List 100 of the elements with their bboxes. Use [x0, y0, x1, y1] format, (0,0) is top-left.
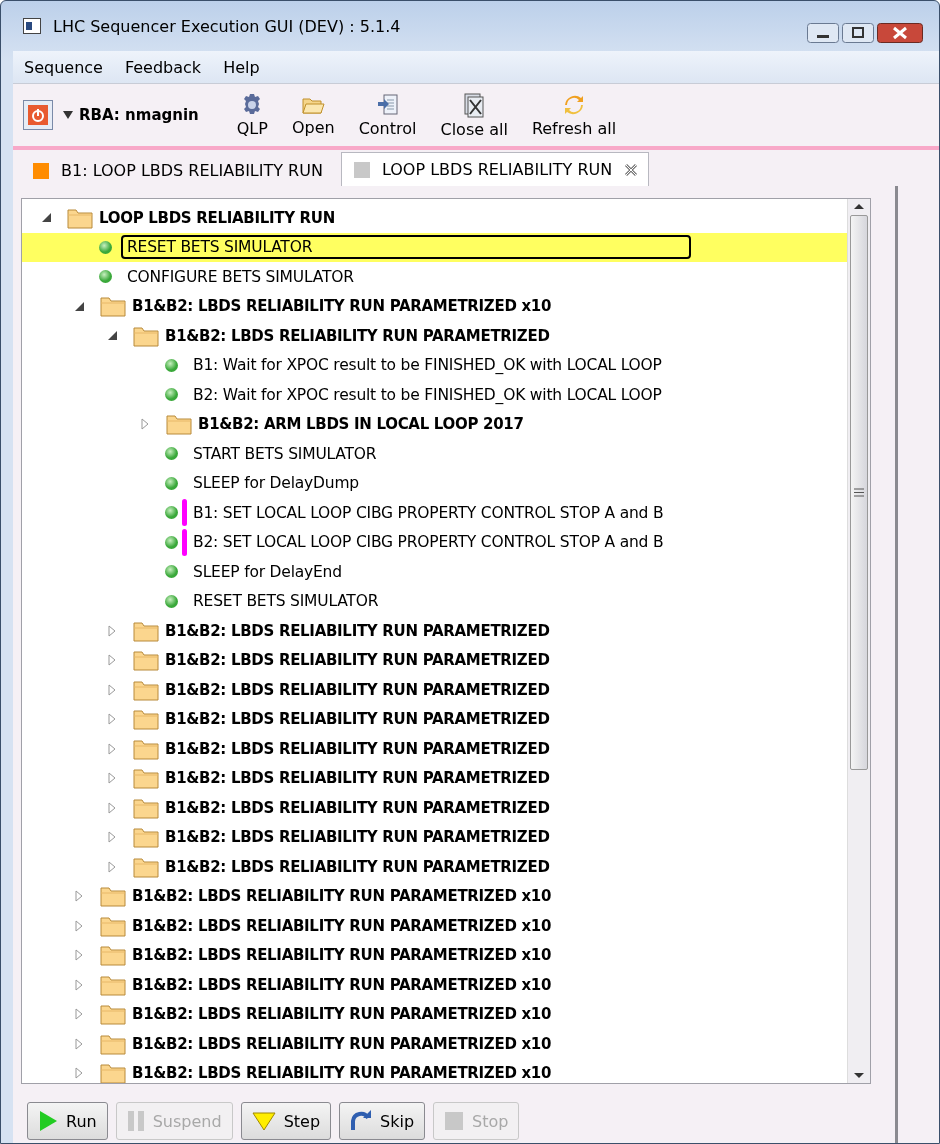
expand-arrow-icon[interactable] [75, 1008, 83, 1021]
step-label[interactable]: B1: Wait for XPOC result to be FINISHED_OK with LOCAL LOOP [193, 356, 662, 375]
toolbar-button[interactable]: Control [358, 92, 417, 138]
window-title: LHC Sequencer Execution GUI (DEV) : 5.1.4 [53, 16, 401, 36]
power-icon [28, 105, 48, 125]
folder-label[interactable]: B1&B2: LBDS RELIABILITY RUN PARAMETRIZED [165, 769, 550, 788]
folder-icon [133, 826, 159, 849]
folder-icon [100, 295, 126, 318]
expand-arrow-icon[interactable] [108, 683, 116, 696]
folder-icon [133, 767, 159, 790]
folder-icon [100, 973, 126, 996]
power-button[interactable] [23, 100, 53, 130]
step-label[interactable]: B1: SET LOCAL LOOP CIBG PROPERTY CONTROL STOP A and B [193, 503, 664, 522]
folder-icon [166, 413, 192, 436]
folder-label[interactable]: B1&B2: LBDS RELIABILITY RUN PARAMETRIZED x10 [132, 1005, 552, 1024]
expand-arrow-icon[interactable] [108, 624, 116, 637]
folder-icon [133, 678, 159, 701]
expand-arrow-icon[interactable] [108, 860, 116, 873]
app-icon [23, 18, 41, 34]
folder-icon [100, 944, 126, 967]
step-label[interactable]: CONFIGURE BETS SIMULATOR [127, 267, 354, 286]
step-label[interactable]: START BETS SIMULATOR [193, 444, 377, 463]
toolbar-button[interactable]: QLP [236, 92, 268, 138]
expand-arrow-icon[interactable] [108, 654, 116, 667]
menu-item[interactable]: Feedback [113, 57, 213, 77]
close-all-icon [462, 91, 487, 118]
status-dot-icon [99, 240, 112, 254]
folder-label[interactable]: B1&B2: LBDS RELIABILITY RUN PARAMETRIZED [165, 739, 550, 758]
folder-label[interactable]: B1&B2: LBDS RELIABILITY RUN PARAMETRIZED x10 [132, 1034, 552, 1053]
folder-icon [133, 855, 159, 878]
minimize-icon[interactable] [807, 23, 839, 43]
folder-icon [100, 1032, 126, 1055]
skip-button[interactable]: Skip [339, 1102, 426, 1140]
triangle-down-icon [251, 1111, 276, 1131]
folder-icon [133, 796, 159, 819]
expand-arrow-icon[interactable] [75, 919, 83, 932]
folder-label[interactable]: B1&B2: LBDS RELIABILITY RUN PARAMETRIZED [165, 710, 550, 729]
step-label[interactable]: B2: SET LOCAL LOOP CIBG PROPERTY CONTROL STOP A and B [193, 533, 664, 552]
collapse-arrow-icon[interactable] [41, 213, 51, 223]
expand-arrow-icon[interactable] [141, 418, 149, 431]
collapse-arrow-icon[interactable] [74, 301, 84, 311]
folder-icon [133, 708, 159, 731]
folder-label[interactable]: B1&B2: LBDS RELIABILITY RUN PARAMETRIZED [165, 798, 550, 817]
expand-arrow-icon[interactable] [75, 1037, 83, 1050]
expand-arrow-icon[interactable] [75, 949, 83, 962]
folder-label[interactable]: B1&B2: LBDS RELIABILITY RUN PARAMETRIZED [165, 326, 550, 345]
close-icon[interactable] [624, 162, 639, 177]
stop-icon [444, 1111, 465, 1131]
folder-icon [133, 649, 159, 672]
step-label[interactable]: SLEEP for DelayDump [193, 474, 359, 493]
folder-label[interactable]: B1&B2: LBDS RELIABILITY RUN PARAMETRIZED x10 [132, 887, 552, 906]
user-label: RBA: nmagnin [79, 106, 199, 124]
expand-arrow-icon[interactable] [108, 801, 116, 814]
folder-label[interactable]: B1&B2: ARM LBDS IN LOCAL LOOP 2017 [198, 415, 524, 434]
expand-arrow-icon[interactable] [75, 1067, 83, 1080]
expand-arrow-icon[interactable] [75, 978, 83, 991]
folder-label[interactable]: B1&B2: LBDS RELIABILITY RUN PARAMETRIZED x10 [132, 1064, 552, 1083]
folder-label[interactable]: B1&B2: LBDS RELIABILITY RUN PARAMETRIZED x10 [132, 946, 552, 965]
step-label[interactable]: SLEEP for DelayEnd [193, 562, 342, 581]
scrollbar-thumb[interactable] [850, 215, 868, 770]
menu-item[interactable]: Help [212, 57, 271, 77]
expand-arrow-icon[interactable] [75, 890, 83, 903]
document-arrow-icon [375, 92, 400, 117]
folder-label[interactable]: B1&B2: LBDS RELIABILITY RUN PARAMETRIZED [165, 680, 550, 699]
collapse-arrow-icon[interactable] [107, 331, 117, 341]
folder-icon [100, 885, 126, 908]
play-icon [38, 1110, 58, 1132]
close-icon[interactable] [877, 23, 923, 43]
step-label[interactable]: RESET BETS SIMULATOR [121, 235, 691, 260]
folder-label[interactable]: B1&B2: LBDS RELIABILITY RUN PARAMETRIZED [165, 857, 550, 876]
folder-label[interactable]: B1&B2: LBDS RELIABILITY RUN PARAMETRIZED [165, 828, 550, 847]
tab[interactable]: LOOP LBDS RELIABILITY RUN [340, 152, 650, 186]
toolbar-button[interactable]: Close all [440, 91, 508, 139]
folder-label[interactable]: B1&B2: LBDS RELIABILITY RUN PARAMETRIZED x10 [132, 975, 552, 994]
toolbar-button[interactable]: Open [291, 93, 335, 137]
folder-icon [133, 619, 159, 642]
status-dot-icon [165, 594, 178, 608]
expand-arrow-icon[interactable] [108, 713, 116, 726]
step-button[interactable]: Step [240, 1102, 332, 1140]
folder-label[interactable]: B1&B2: LBDS RELIABILITY RUN PARAMETRIZED x10 [132, 297, 552, 316]
menu-item[interactable]: Sequence [13, 57, 114, 77]
step-label[interactable]: B2: Wait for XPOC result to be FINISHED_OK with LOCAL LOOP [193, 385, 662, 404]
folder-label[interactable]: B1&B2: LBDS RELIABILITY RUN PARAMETRIZED [165, 621, 550, 640]
tab[interactable]: B1: LOOP LBDS RELIABILITY RUN [21, 157, 341, 186]
status-dot-icon [165, 358, 178, 372]
dropdown-arrow-icon[interactable] [63, 111, 73, 119]
maximize-icon[interactable] [842, 23, 874, 43]
toolbar-button[interactable]: Refresh all [531, 92, 617, 138]
folder-icon [100, 1062, 126, 1083]
expand-arrow-icon[interactable] [108, 772, 116, 785]
step-label[interactable]: RESET BETS SIMULATOR [193, 592, 379, 611]
expand-arrow-icon[interactable] [108, 831, 116, 844]
folder-label[interactable]: B1&B2: LBDS RELIABILITY RUN PARAMETRIZED x10 [132, 916, 552, 935]
status-dot-icon [99, 270, 112, 284]
folder-label[interactable]: B1&B2: LBDS RELIABILITY RUN PARAMETRIZED [165, 651, 550, 670]
folder-icon [133, 324, 159, 347]
run-button[interactable]: Run [27, 1102, 108, 1140]
folder-label[interactable]: LOOP LBDS RELIABILITY RUN [99, 208, 335, 227]
status-dot-icon [165, 506, 178, 520]
expand-arrow-icon[interactable] [108, 742, 116, 755]
